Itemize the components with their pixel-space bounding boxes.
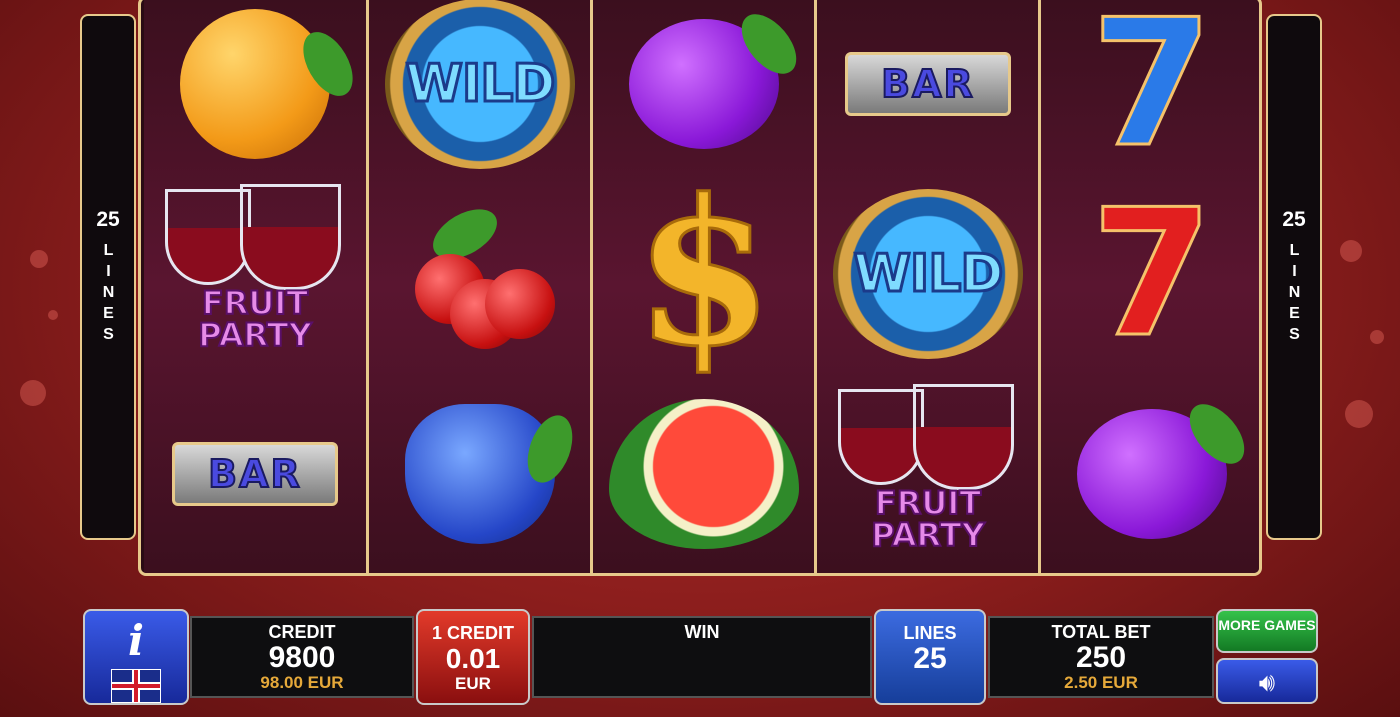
sound-button[interactable]: 🔊︎	[1216, 658, 1318, 704]
reel-5: 7 7	[1041, 0, 1259, 573]
background-bubble	[1345, 400, 1373, 428]
red-seven-symbol: 7	[1090, 172, 1215, 376]
reel-4: BAR WILD FRUIT PARTY	[817, 0, 1039, 573]
denomination-button[interactable]: 1 CREDIT 0.01 EUR	[416, 609, 530, 705]
info-button[interactable]: i	[83, 609, 189, 705]
reel-2-row-1: WILD	[369, 0, 591, 179]
win-label: WIN	[684, 622, 720, 642]
reel-5-row-2: 7	[1041, 172, 1259, 376]
reel-3: $	[593, 0, 815, 573]
denomination-currency: EUR	[455, 674, 491, 693]
reel-2: WILD	[369, 0, 591, 573]
left-lines-indicator: 25 LINES	[80, 14, 136, 540]
reel-3-row-3	[593, 379, 815, 569]
wine-glass-icon	[838, 389, 924, 485]
reel-4-row-1: BAR	[817, 0, 1039, 179]
watermelon-icon	[609, 399, 799, 549]
background-bubble	[30, 250, 48, 268]
win-display: WIN	[532, 616, 872, 698]
fruit-party-text: FRUIT PARTY	[155, 284, 355, 354]
total-bet-money: 2.50 EUR	[1064, 673, 1138, 692]
right-lines-count: 25	[1282, 208, 1306, 231]
reel-5-row-1: 7	[1041, 0, 1259, 186]
reel-1-row-1	[144, 0, 366, 179]
bar-symbol: BAR	[845, 52, 1011, 116]
cherry-icon	[485, 269, 555, 339]
uk-flag-icon[interactable]	[111, 669, 161, 703]
fruit-party-line2: PARTY	[870, 516, 985, 554]
reel-3-row-2: $	[593, 172, 815, 375]
blue-seven-symbol: 7	[1090, 0, 1215, 186]
reel-1-row-3: BAR	[144, 379, 366, 569]
lines-button[interactable]: LINES 25	[874, 609, 986, 705]
total-bet-value: 250	[1075, 641, 1127, 674]
orange-symbol	[180, 9, 363, 159]
wild-text: WILD	[852, 243, 1005, 306]
reel-1-row-2: FRUIT PARTY	[144, 179, 366, 369]
orange-icon	[180, 9, 330, 159]
wild-symbol: WILD	[833, 189, 1023, 359]
wild-symbol: WILD	[385, 0, 575, 169]
lines-value: 25	[913, 642, 947, 675]
bar-text: BAR	[207, 451, 302, 497]
reel-2-row-2	[369, 179, 591, 369]
left-lines-count: 25	[96, 208, 120, 231]
fruit-party-symbol: FRUIT PARTY	[155, 179, 355, 369]
reel-1: FRUIT PARTY BAR	[144, 0, 366, 573]
cherry-symbol	[405, 199, 555, 349]
credit-label: CREDIT	[268, 622, 336, 642]
background-bubble	[20, 380, 46, 406]
bar-text: BAR	[880, 61, 975, 107]
plum-symbol	[1077, 394, 1255, 539]
total-bet-label: TOTAL BET	[1051, 622, 1151, 642]
fruit-party-line1: FRUIT	[201, 284, 309, 322]
wine-glass-icon	[165, 189, 251, 285]
reel-5-row-3	[1041, 379, 1259, 569]
dollar-symbol: $	[633, 156, 775, 391]
bar-symbol: BAR	[172, 442, 338, 506]
reel-4-row-3: FRUIT PARTY	[817, 379, 1039, 569]
reel-4-row-2: WILD	[817, 179, 1039, 369]
reel-3-row-1	[593, 0, 815, 179]
control-bar: i CREDIT 9800 98.00 EUR 1 CREDIT 0.01 EU…	[80, 606, 1322, 706]
denomination-value: 0.01	[445, 643, 501, 674]
plum-symbol	[629, 4, 807, 149]
left-lines-word: LINES	[100, 242, 117, 347]
reel-2-row-3	[369, 379, 591, 569]
fruit-party-line2: PARTY	[197, 316, 312, 354]
wine-glass-icon	[240, 184, 341, 290]
grapes-symbol	[405, 404, 581, 544]
right-lines-word: LINES	[1286, 242, 1303, 347]
speaker-icon: 🔊︎	[1258, 667, 1276, 697]
info-icon: i	[128, 616, 144, 665]
right-lines-indicator: 25 LINES	[1266, 14, 1322, 540]
fruit-party-line1: FRUIT	[874, 484, 982, 522]
background-bubble	[1340, 240, 1362, 262]
fruit-party-text: FRUIT PARTY	[828, 484, 1028, 554]
wild-text: WILD	[404, 53, 557, 116]
credit-display: CREDIT 9800 98.00 EUR	[190, 616, 414, 698]
total-bet-display: TOTAL BET 250 2.50 EUR	[988, 616, 1214, 698]
background-bubble	[48, 310, 58, 320]
denomination-label: 1 CREDIT	[431, 623, 514, 643]
reel-frame: FRUIT PARTY BAR WILD $ BAR WILD FRUIT PA…	[138, 0, 1262, 576]
credit-money: 98.00 EUR	[260, 673, 344, 692]
wine-glass-icon	[913, 384, 1014, 490]
background-bubble	[1370, 330, 1384, 344]
fruit-party-symbol: FRUIT PARTY	[828, 379, 1028, 569]
lines-label: LINES	[903, 623, 957, 643]
more-games-button[interactable]: MORE GAMES	[1216, 609, 1318, 653]
credit-value: 9800	[268, 641, 336, 674]
